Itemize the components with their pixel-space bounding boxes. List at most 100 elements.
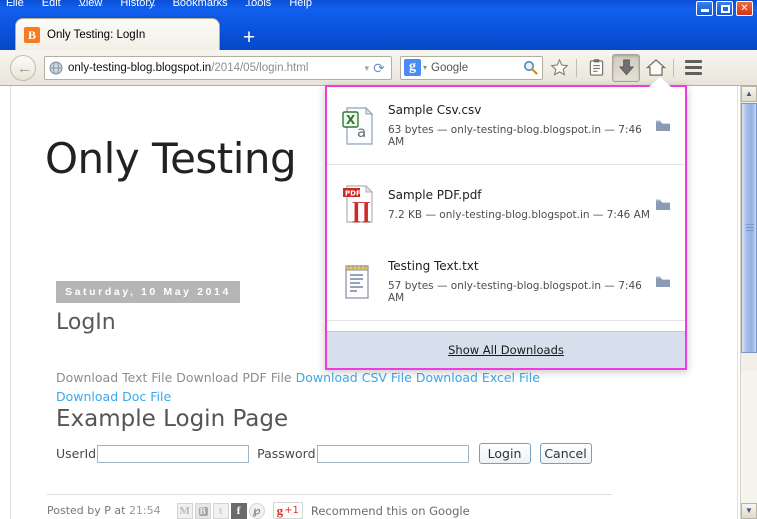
scrollbar-grip-icon (746, 224, 754, 232)
download-links-paragraph: Download Text File Download PDF File Dow… (56, 368, 602, 406)
download-arrow-icon (618, 59, 634, 76)
menu-item-view[interactable]: View (79, 0, 103, 9)
bookmark-star-button[interactable] (545, 54, 573, 82)
menu-item-file[interactable]: File (6, 0, 24, 9)
plus-one-label: +1 (284, 505, 299, 516)
star-icon (549, 58, 569, 76)
back-button[interactable]: ← (10, 54, 36, 81)
open-folder-button[interactable] (653, 198, 673, 211)
password-input[interactable] (316, 444, 469, 463)
link-download-csv-file[interactable]: Download CSV File (296, 370, 412, 385)
userid-label: UserId (56, 446, 97, 461)
toolbar-separator (673, 58, 674, 77)
scroll-down-button[interactable]: ▼ (741, 503, 757, 519)
globe-icon (49, 61, 63, 75)
tab-title: Only Testing: LogIn (47, 28, 146, 41)
svg-text:PDF: PDF (345, 190, 361, 198)
post-footer: Posted by P at 21:54 M t f ℘ g +1 Recomm… (47, 494, 612, 519)
show-all-downloads-link[interactable]: Show All Downloads (448, 343, 564, 357)
cancel-button[interactable]: Cancel (539, 443, 592, 464)
download-item-meta: Sample Csv.csv 63 bytes — only-testing-b… (388, 103, 653, 148)
link-download-text-file[interactable]: Download Text File (56, 370, 172, 385)
chevron-down-icon[interactable]: ▾ (423, 63, 427, 72)
tab-only-testing-login[interactable]: Only Testing: LogIn (15, 18, 220, 50)
url-path: /2014/05/login.html (211, 61, 309, 74)
link-download-excel-file[interactable]: Download Excel File (416, 370, 540, 385)
menu-item-edit[interactable]: Edit (42, 0, 61, 9)
facebook-icon[interactable]: f (230, 502, 247, 519)
google-g-icon: g (276, 502, 284, 518)
download-item-meta: Sample PDF.pdf 7.2 KB — only-testing-blo… (388, 188, 653, 221)
login-button[interactable]: Login (478, 443, 531, 464)
show-all-downloads-rest: how All Downloads (455, 343, 564, 357)
post-author-line: Posted by P at 21:54 (47, 504, 161, 517)
tab-strip: Only Testing: LogIn + (0, 14, 757, 50)
gmail-icon[interactable]: M (176, 502, 193, 519)
download-file-name: Sample PDF.pdf (388, 187, 482, 202)
menu-item-history[interactable]: History (120, 0, 154, 9)
download-file-details: 57 bytes — only-testing-blog.blogspot.in… (388, 280, 642, 304)
post-date-banner: Saturday, 10 May 2014 (56, 281, 240, 303)
menu-item-bookmarks[interactable]: Bookmarks (173, 0, 228, 9)
folder-icon (656, 120, 670, 131)
share-icon-row: M t f ℘ (176, 502, 267, 519)
popup-arrow-icon (649, 77, 671, 87)
download-file-details: 7.2 KB — only-testing-blog.blogspot.in —… (388, 208, 650, 221)
downloads-button[interactable] (612, 53, 640, 82)
menu-item-tools[interactable]: Tools (246, 0, 272, 9)
csv-file-icon: a X (341, 106, 375, 146)
chevron-down-icon[interactable]: ▾ (364, 63, 369, 74)
menu-bar: File Edit View History Bookmarks Tools H… (6, 0, 312, 9)
search-bar[interactable]: ▾ Google (400, 55, 543, 80)
download-item[interactable]: PDF ∏ Sample PDF.pdf 7.2 KB — only-testi… (327, 165, 685, 243)
folder-icon (656, 276, 670, 287)
download-file-name: Sample Csv.csv (388, 103, 482, 117)
search-input[interactable]: Google (431, 62, 468, 74)
password-label: Password (257, 446, 316, 461)
blogger-icon[interactable] (194, 502, 211, 519)
google-logo-icon (404, 59, 421, 76)
pinterest-icon[interactable]: ℘ (248, 502, 265, 519)
navigation-toolbar: ← only-testing-blog.blogspot.in/2014/05/… (0, 50, 757, 86)
pdf-file-icon: PDF ∏ (341, 184, 375, 224)
posted-by-text: Posted by P at (47, 504, 129, 517)
open-folder-button[interactable] (653, 119, 673, 132)
reading-list-icon (589, 59, 603, 76)
folder-icon (656, 199, 670, 210)
reading-list-button[interactable] (582, 54, 610, 82)
address-bar[interactable]: only-testing-blog.blogspot.in/2014/05/lo… (44, 55, 392, 80)
link-download-doc-file[interactable]: Download Doc File (56, 389, 171, 404)
new-tab-button[interactable]: + (238, 27, 260, 50)
google-plus-one-button[interactable]: g +1 (272, 502, 303, 519)
chevron-down-icon: ▼ (745, 506, 753, 515)
login-form: UserId Password Login Cancel (56, 443, 601, 464)
reload-icon[interactable]: ⟳ (371, 60, 387, 76)
back-arrow-icon: ← (17, 59, 32, 77)
scrollbar-thumb[interactable] (741, 103, 757, 353)
blog-title: Only Testing (45, 134, 297, 183)
scrollbar-track[interactable] (741, 371, 757, 503)
download-file-details: 63 bytes — only-testing-blog.blogspot.in… (388, 124, 642, 148)
post-time: 21:54 (128, 504, 161, 517)
menu-item-help[interactable]: Help (289, 0, 312, 9)
downloads-panel-footer: Show All Downloads (327, 331, 685, 368)
open-folder-button[interactable] (653, 275, 673, 288)
scroll-up-button[interactable]: ▲ (741, 86, 757, 102)
hamburger-menu-icon (684, 60, 702, 75)
svg-text:X: X (346, 113, 356, 127)
app-menu-button[interactable] (679, 54, 707, 82)
blogger-favicon-icon (24, 26, 40, 43)
login-form-heading: Example Login Page (56, 406, 289, 432)
search-icon[interactable] (523, 60, 538, 80)
svg-text:∏: ∏ (352, 198, 371, 224)
link-download-pdf-file[interactable]: Download PDF File (176, 370, 291, 385)
download-item-meta: Testing Text.txt 57 bytes — only-testing… (388, 259, 653, 304)
userid-input[interactable] (97, 444, 250, 463)
twitter-icon[interactable]: t (212, 502, 229, 519)
browser-window: File Edit View History Bookmarks Tools H… (0, 0, 757, 519)
post-title: LogIn (56, 310, 116, 335)
toolbar-separator (576, 58, 577, 77)
download-item[interactable]: Testing Text.txt 57 bytes — only-testing… (327, 243, 685, 321)
vertical-scrollbar[interactable]: ▲ ▼ (740, 86, 757, 519)
download-item[interactable]: a X Sample Csv.csv 63 bytes — only-testi… (327, 87, 685, 165)
